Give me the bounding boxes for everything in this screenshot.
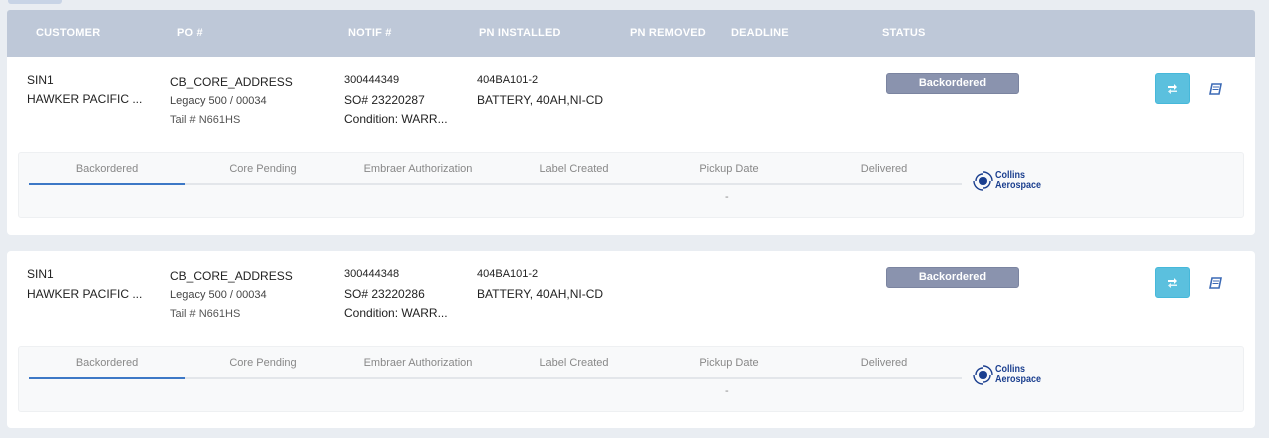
refresh-icon: [1168, 278, 1177, 288]
tracker-step-pickup-date: Pickup Date: [699, 163, 759, 175]
collins-aerospace-logo: Collins Aerospace: [973, 365, 1046, 385]
pn-description: BATTERY, 40AH,NI-CD: [477, 287, 604, 301]
column-header-notif[interactable]: NOTIF #: [348, 27, 392, 39]
status-tracker: Backordered Core Pending Embraer Authori…: [18, 152, 1244, 218]
column-header-po[interactable]: PO #: [177, 27, 203, 39]
book-icon[interactable]: [1208, 276, 1222, 290]
tracker-step-embraer-authorization: Embraer Authorization: [363, 357, 473, 369]
tracker-step-delivered: Delivered: [860, 163, 908, 175]
pn-installed: 404BA101-2: [477, 74, 539, 86]
order-card: SIN1 HAWKER PACIFIC ... CB_CORE_ADDRESS …: [7, 57, 1255, 235]
tail-number: Tail # N661HS: [170, 308, 241, 320]
top-tab-indicator: [8, 0, 62, 4]
order-card: SIN1 HAWKER PACIFIC ... CB_CORE_ADDRESS …: [7, 251, 1255, 428]
pickup-date-value: -: [725, 385, 729, 397]
tracker-step-backordered: Backordered: [75, 357, 139, 369]
column-header-customer[interactable]: CUSTOMER: [36, 27, 100, 39]
logo-text-line2: Aerospace: [995, 374, 1042, 385]
tracker-step-embraer-authorization: Embraer Authorization: [363, 163, 473, 175]
customer-code: SIN1: [27, 267, 54, 281]
collins-aerospace-logo-icon: [973, 171, 993, 191]
refresh-button[interactable]: [1155, 73, 1190, 104]
tracker-step-core-pending: Core Pending: [229, 357, 297, 369]
po-number: CB_CORE_ADDRESS: [170, 75, 293, 89]
table-header: CUSTOMER PO # NOTIF # PN INSTALLED PN RE…: [7, 10, 1255, 57]
tracker-step-label-created: Label Created: [539, 357, 609, 369]
notif-number: 300444348: [344, 268, 400, 280]
refresh-button[interactable]: [1155, 267, 1190, 298]
pn-installed: 404BA101-2: [477, 268, 539, 280]
refresh-icon: [1168, 84, 1177, 94]
book-icon[interactable]: [1208, 82, 1222, 96]
condition: Condition: WARR...: [344, 112, 448, 126]
customer-code: SIN1: [27, 73, 54, 87]
customer-name: HAWKER PACIFIC ...: [27, 287, 143, 301]
column-header-deadline[interactable]: DEADLINE: [731, 27, 789, 39]
tracker-step-delivered: Delivered: [860, 357, 908, 369]
tail-number: Tail # N661HS: [170, 114, 241, 126]
status-tracker: Backordered Core Pending Embraer Authori…: [18, 346, 1244, 412]
po-number: CB_CORE_ADDRESS: [170, 269, 293, 283]
notif-number: 300444349: [344, 74, 400, 86]
legacy-info: Legacy 500 / 00034: [170, 289, 267, 301]
tracker-step-backordered: Backordered: [75, 163, 139, 175]
status-badge: Backordered: [886, 73, 1019, 94]
so-number: SO# 23220287: [344, 93, 425, 107]
tracker-active-segment: [29, 377, 185, 379]
column-header-pn-installed[interactable]: PN INSTALLED: [479, 27, 561, 39]
status-badge: Backordered: [886, 267, 1019, 288]
tracker-step-pickup-date: Pickup Date: [699, 357, 759, 369]
legacy-info: Legacy 500 / 00034: [170, 95, 267, 107]
column-header-pn-removed[interactable]: PN REMOVED: [630, 27, 706, 39]
condition: Condition: WARR...: [344, 306, 448, 320]
collins-aerospace-logo-icon: [973, 365, 993, 385]
column-header-status[interactable]: STATUS: [882, 27, 926, 39]
tracker-step-label-created: Label Created: [539, 163, 609, 175]
customer-name: HAWKER PACIFIC ...: [27, 92, 143, 106]
pn-description: BATTERY, 40AH,NI-CD: [477, 93, 604, 107]
pickup-date-value: -: [725, 191, 729, 203]
logo-text-line2: Aerospace: [995, 180, 1042, 191]
tracker-step-core-pending: Core Pending: [229, 163, 297, 175]
tracker-active-segment: [29, 183, 185, 185]
collins-aerospace-logo: Collins Aerospace: [973, 171, 1046, 191]
so-number: SO# 23220286: [344, 287, 425, 301]
